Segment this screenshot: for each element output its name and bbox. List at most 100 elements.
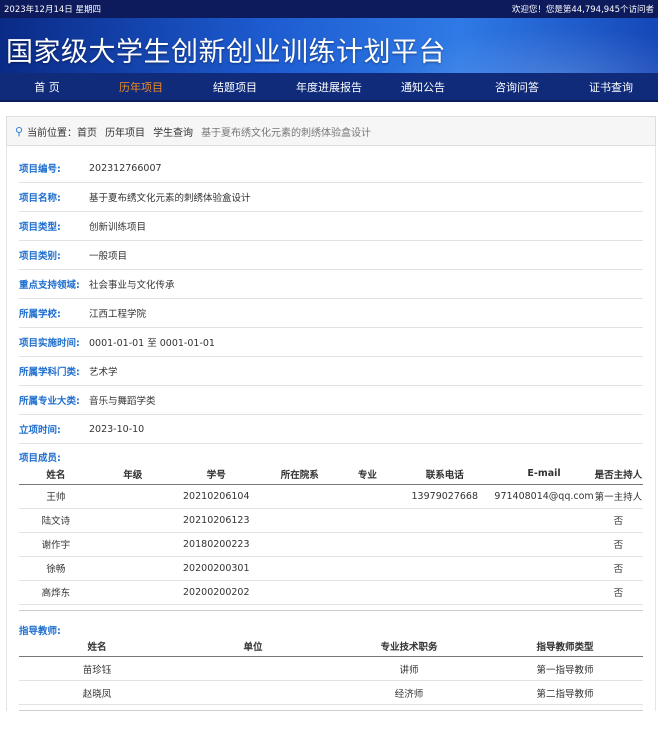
info-label: 项目名称: [19,193,61,204]
info-value: 2023-10-10 [89,423,145,435]
members-table: 姓名 年级 学号 所在院系 专业 联系电话 E-mail 是否主持人 王帅 2021020610… [19,464,643,605]
table-cell: 王帅 [19,484,93,509]
location-pin-icon: ⚲ [15,124,24,138]
table-cell [259,556,340,581]
info-row: 所属学校: 江西工程学院 [19,299,643,328]
table-row: 谢作宇 20180200223 否 [19,532,643,557]
table-cell: 徐畅 [19,556,93,581]
table-cell [339,508,396,533]
info-value: 艺术学 [89,367,118,378]
table-cell [494,532,594,557]
table-cell [339,532,396,557]
column-header: E-mail [494,464,594,485]
info-row: 所属专业大类: 音乐与舞蹈学类 [19,386,643,415]
table-cell [175,680,331,705]
info-value: 创新训练项目 [89,222,147,233]
info-value: 江西工程学院 [89,309,147,320]
info-label: 所属学科门类: [19,367,80,378]
table-cell [395,508,495,533]
breadcrumb-student-query[interactable]: 学生查询 [153,124,193,139]
advisors-table: 姓名 单位 专业技术职务 指导教师类型 苗珍钰 讲师 第一指导教师 赵晓凤 经济师 第二指导教师 [19,636,643,705]
table-row: 徐畅 20200200301 否 [19,556,643,581]
table-cell: 13979027668 [395,484,495,509]
table-cell [92,556,173,581]
info-label: 项目类型: [19,222,61,233]
nav-concluded-projects[interactable]: 结题项目 [188,73,282,100]
info-row: 项目名称: 基于夏布绣文化元素的刺绣体验盒设计 [19,183,643,212]
column-header: 指导教师类型 [487,636,643,657]
nav-home[interactable]: 首 页 [0,73,94,100]
column-header: 联系电话 [395,464,495,485]
table-cell [259,580,340,605]
table-cell: 高烨东 [19,580,93,605]
info-row: 立项时间: 2023-10-10 [19,415,643,444]
visitor-welcome: 欢迎您！您是第44,794,945个访问者 [511,5,654,15]
info-value: 社会事业与文化传承 [89,280,175,291]
column-header: 所在院系 [259,464,340,485]
info-value: 202312766007 [89,162,162,174]
column-header: 单位 [175,636,331,657]
table-cell [339,580,396,605]
current-date: 2023年12月14日 星期四 [4,5,101,15]
table-cell [92,508,173,533]
table-cell [395,580,495,605]
column-header: 年级 [92,464,173,485]
breadcrumb-home[interactable]: 当前位置：首页 [27,124,97,139]
table-cell: 讲师 [331,656,487,681]
table-cell: 苗珍钰 [19,656,175,681]
main-nav: 首 页 历年项目 结题项目 年度进展报告 通知公告 咨询问答 证书查询 [0,73,658,102]
table-cell: 20180200223 [172,532,260,557]
info-value: 基于夏布绣文化元素的刺绣体验盒设计 [89,193,251,204]
table-row: 高烨东 20200200202 否 [19,580,643,605]
nav-certificate-query[interactable]: 证书查询 [564,73,658,100]
table-cell [92,580,173,605]
table-cell: 否 [593,556,643,581]
nav-annual-report[interactable]: 年度进展报告 [282,73,376,100]
info-row: 所属学科门类: 艺术学 [19,357,643,386]
table-cell [395,532,495,557]
table-row: 王帅 20210206104 13979027668 971408014@qq.com… [19,484,643,509]
table-cell: 否 [593,580,643,605]
table-cell [494,508,594,533]
table-cell [175,656,331,681]
table-cell [92,532,173,557]
breadcrumb-past-projects[interactable]: 历年项目 [105,124,145,139]
table-cell: 第一指导教师 [487,656,643,681]
site-title: 国家级大学生创新创业训练计划平台 [6,37,446,68]
table-cell [92,484,173,509]
breadcrumb: ⚲ 当前位置：首页 历年项目 学生查询 基于夏布绣文化元素的刺绣体验盒设计 [6,116,656,146]
nav-notices[interactable]: 通知公告 [376,73,470,100]
table-cell: 否 [593,508,643,533]
info-row: 重点支持领域: 社会事业与文化传承 [19,270,643,299]
table-cell: 971408014@qq.com [494,484,594,509]
table-cell [339,484,396,509]
table-cell: 20210206123 [172,508,260,533]
info-value: 一般项目 [89,251,128,262]
info-label: 项目实施时间: [19,338,80,349]
nav-past-projects[interactable]: 历年项目 [94,73,188,100]
column-header: 专业技术职务 [331,636,487,657]
table-cell: 赵晓凤 [19,680,175,705]
column-header: 姓名 [19,464,93,485]
table-cell [494,580,594,605]
table-row: 苗珍钰 讲师 第一指导教师 [19,656,643,681]
info-label: 重点支持领域: [19,280,80,291]
column-header: 专业 [339,464,396,485]
info-label: 项目类别: [19,251,61,262]
site-banner: 国家级大学生创新创业训练计划平台 [0,18,658,73]
info-label: 所属学校: [19,309,61,320]
members-label: 项目成员: [19,453,61,464]
project-detail: 项目编号: 202312766007 项目名称: 基于夏布绣文化元素的刺绣体验盒设计项… [6,146,656,711]
table-cell [339,556,396,581]
table-cell [395,556,495,581]
advisors-label: 指导教师: [19,625,61,637]
table-cell [259,508,340,533]
table-cell: 20200200202 [172,580,260,605]
info-label: 立项时间: [19,425,61,436]
top-info-bar: 2023年12月14日 星期四 欢迎您！您是第44,794,945个访问者 [0,0,658,18]
column-header: 是否主持人 [593,464,643,485]
nav-qa[interactable]: 咨询问答 [470,73,564,100]
table-cell: 第二指导教师 [487,680,643,705]
table-cell: 20200200301 [172,556,260,581]
column-header: 学号 [172,464,260,485]
